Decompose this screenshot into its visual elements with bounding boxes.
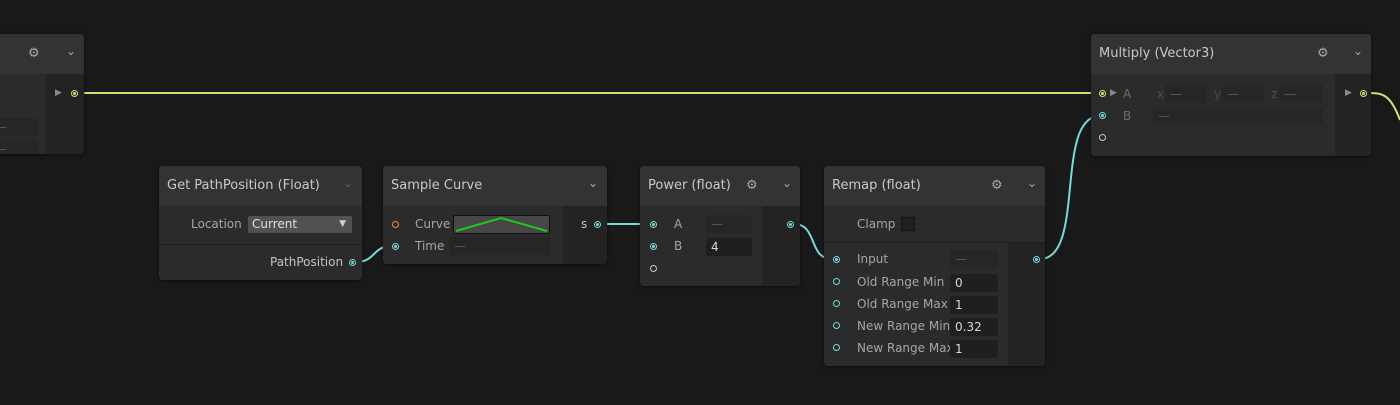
b-input-port[interactable] [650, 243, 657, 250]
pathposition-label: PathPosition [270, 255, 344, 269]
input-field[interactable]: — [0, 118, 38, 136]
b-input-port[interactable] [1099, 112, 1106, 119]
new-range-max-port[interactable] [833, 344, 840, 351]
s-output-label: s [581, 217, 588, 231]
left-partial-node[interactable]: ⚙ ⌄ — — ▶ [0, 34, 84, 154]
divider [159, 244, 362, 245]
y-label: y [1214, 87, 1222, 101]
gear-icon[interactable]: ⚙ [991, 178, 1003, 193]
triangle-right-icon[interactable]: ▶ [1110, 88, 1117, 98]
a-input-port[interactable] [1099, 90, 1106, 97]
b-field[interactable]: 4 [706, 238, 752, 256]
remap-output-port[interactable] [1033, 256, 1040, 263]
triangle-right-icon[interactable]: ▶ [55, 88, 62, 98]
new-range-max-label: New Range Max [857, 341, 954, 355]
curve-field[interactable] [453, 215, 550, 234]
output-column [1335, 74, 1371, 156]
b-label: B [674, 239, 683, 253]
location-dropdown[interactable]: Current ▼ [248, 216, 352, 233]
chevron-down-icon[interactable]: ⌄ [1353, 44, 1363, 58]
node-title: Get PathPosition (Float) [167, 178, 320, 193]
y-field[interactable]: — [1222, 85, 1264, 103]
chevron-down-icon[interactable]: ⌄ [1027, 176, 1037, 190]
clamp-checkbox[interactable] [901, 217, 915, 231]
power-output-port[interactable] [787, 221, 794, 228]
z-field[interactable]: — [1279, 85, 1323, 103]
wire-multiply-output [1365, 92, 1400, 121]
a-field[interactable]: — [706, 215, 752, 233]
s-output-port[interactable] [594, 221, 601, 228]
b-label: B [1123, 109, 1132, 123]
curve-preview [455, 216, 548, 232]
a-label: A [1123, 87, 1132, 101]
input-field[interactable]: — [950, 250, 998, 268]
time-label: Time [415, 239, 445, 253]
input-label: Input [857, 252, 889, 266]
x-label: x [1157, 87, 1165, 101]
gear-icon[interactable]: ⚙ [746, 178, 758, 193]
output-column [46, 74, 84, 154]
location-label: Location [191, 217, 242, 231]
old-range-max-label: Old Range Max [857, 297, 948, 311]
pathposition-output-port[interactable] [349, 259, 356, 266]
sample-curve-node[interactable]: Sample Curve ⌄ Curve Time — s [383, 166, 607, 264]
new-range-min-port[interactable] [833, 322, 840, 329]
add-input-port[interactable] [650, 265, 657, 272]
add-input-port[interactable] [1099, 134, 1106, 141]
new-range-min-label: New Range Min [857, 319, 951, 333]
output-column [1008, 243, 1045, 366]
x-field[interactable]: — [1165, 85, 1207, 103]
dropdown-arrow-icon: ▼ [339, 219, 346, 229]
triangle-right-icon[interactable]: ▶ [1345, 88, 1352, 98]
gear-icon[interactable]: ⚙ [28, 46, 40, 61]
gear-icon[interactable]: ⚙ [1317, 46, 1329, 61]
node-title: Power (float) [648, 178, 731, 193]
curve-label: Curve [415, 217, 451, 231]
remap-node[interactable]: Remap (float) ⚙ ⌄ Clamp Input — Old Rang… [824, 166, 1045, 366]
time-field[interactable]: — [449, 237, 551, 255]
get-path-position-node[interactable]: Get PathPosition (Float) ⌄ Location Curr… [159, 166, 362, 280]
curve-input-port[interactable] [392, 221, 399, 228]
a-input-port[interactable] [650, 221, 657, 228]
location-value: Current [252, 217, 298, 231]
old-range-min-label: Old Range Min [857, 275, 945, 289]
node-title: Remap (float) [832, 178, 921, 193]
power-node[interactable]: Power (float) ⚙ ⌄ A — B 4 [640, 166, 800, 286]
input-port[interactable] [833, 256, 840, 263]
output-column [762, 206, 800, 286]
output-port[interactable] [71, 90, 78, 97]
chevron-down-icon[interactable]: ⌄ [343, 176, 353, 190]
clamp-label: Clamp [857, 217, 896, 231]
multiply-output-port[interactable] [1360, 90, 1367, 97]
node-title: Multiply (Vector3) [1099, 46, 1215, 61]
input-field[interactable]: — [0, 140, 38, 154]
chevron-down-icon[interactable]: ⌄ [66, 44, 76, 58]
new-range-max-field[interactable]: 1 [950, 340, 998, 358]
old-range-max-field[interactable]: 1 [950, 296, 998, 314]
z-label: z [1271, 87, 1278, 101]
chevron-down-icon[interactable]: ⌄ [588, 176, 598, 190]
old-range-min-port[interactable] [833, 278, 840, 285]
old-range-min-field[interactable]: 0 [950, 274, 998, 292]
b-field[interactable]: — [1153, 107, 1323, 125]
multiply-node[interactable]: Multiply (Vector3) ⚙ ⌄ ▶ A x — y — z — B… [1091, 34, 1371, 156]
old-range-max-port[interactable] [833, 300, 840, 307]
node-title: Sample Curve [391, 178, 483, 193]
time-input-port[interactable] [392, 243, 399, 250]
new-range-min-field[interactable]: 0.32 [950, 318, 998, 336]
a-label: A [674, 217, 683, 231]
chevron-down-icon[interactable]: ⌄ [782, 176, 792, 190]
output-column [563, 206, 607, 264]
